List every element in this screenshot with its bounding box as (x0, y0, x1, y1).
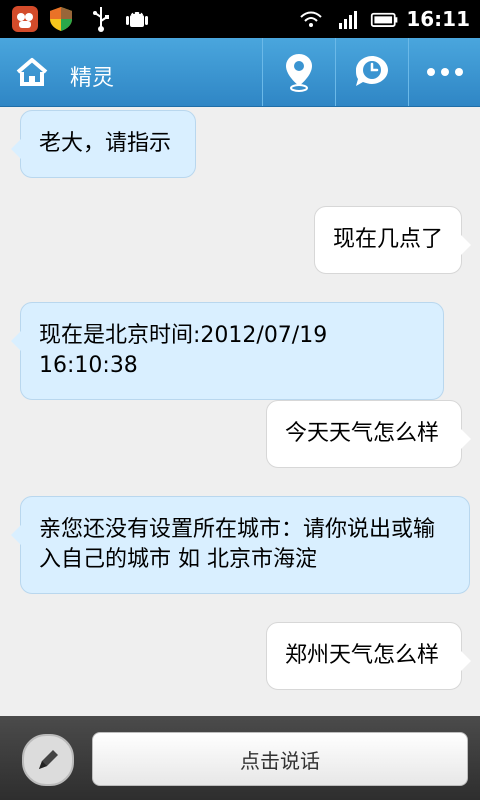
message-text: 现在几点了 (333, 227, 444, 252)
android-icon (122, 4, 152, 34)
bottom-bar: 点击说话 (0, 716, 480, 800)
location-pin-icon (286, 54, 312, 92)
usb-icon (86, 4, 116, 34)
message-text: 亲您还没有设置所在城市：请你说出或输入自己的城市 如 北京市海淀 (39, 517, 436, 572)
location-button[interactable] (263, 38, 335, 106)
app-title: 精灵 (70, 66, 115, 91)
reminder-button[interactable] (336, 38, 408, 106)
home-icon (16, 58, 48, 86)
shield-icon (46, 4, 76, 34)
message-bubble-right: 现在几点了 (314, 206, 471, 274)
message-bubble-left: 亲您还没有设置所在城市：请你说出或输入自己的城市 如 北京市海淀 (11, 496, 470, 594)
message-text: 老大，请指示 (39, 131, 172, 156)
speak-button[interactable]: 点击说话 (92, 732, 468, 786)
message-bubble-left: 现在是北京时间:2012/07/19 16:10:38 (11, 302, 444, 400)
message-bubble-left: 老大，请指示 (11, 110, 196, 178)
message-text: 今天天气怎么样 (285, 421, 440, 446)
message-bubble-right: 郑州天气怎么样 (266, 622, 471, 690)
status-time: 16:11 (406, 7, 470, 31)
message-text: 现在是北京时间:2012/07/19 16:10:38 (39, 323, 328, 378)
battery-icon (370, 4, 400, 34)
chat-area[interactable]: 老大，请指示 现在几点了 现在是北京时间:2012/07/19 16:10:38… (0, 106, 480, 716)
clock-chat-icon (356, 56, 388, 86)
app-bar: 精灵 (0, 38, 480, 107)
edit-button[interactable] (22, 734, 74, 786)
more-icon (427, 68, 463, 76)
home-button[interactable] (0, 38, 64, 106)
message-bubble-right: 今天天气怎么样 (266, 400, 471, 468)
wifi-icon (296, 4, 326, 34)
status-bar: 16:11 (0, 0, 480, 38)
more-button[interactable] (409, 38, 480, 106)
signal-icon (334, 4, 364, 34)
pencil-icon (39, 750, 58, 769)
app-icon (10, 4, 40, 34)
message-text: 郑州天气怎么样 (285, 643, 440, 668)
